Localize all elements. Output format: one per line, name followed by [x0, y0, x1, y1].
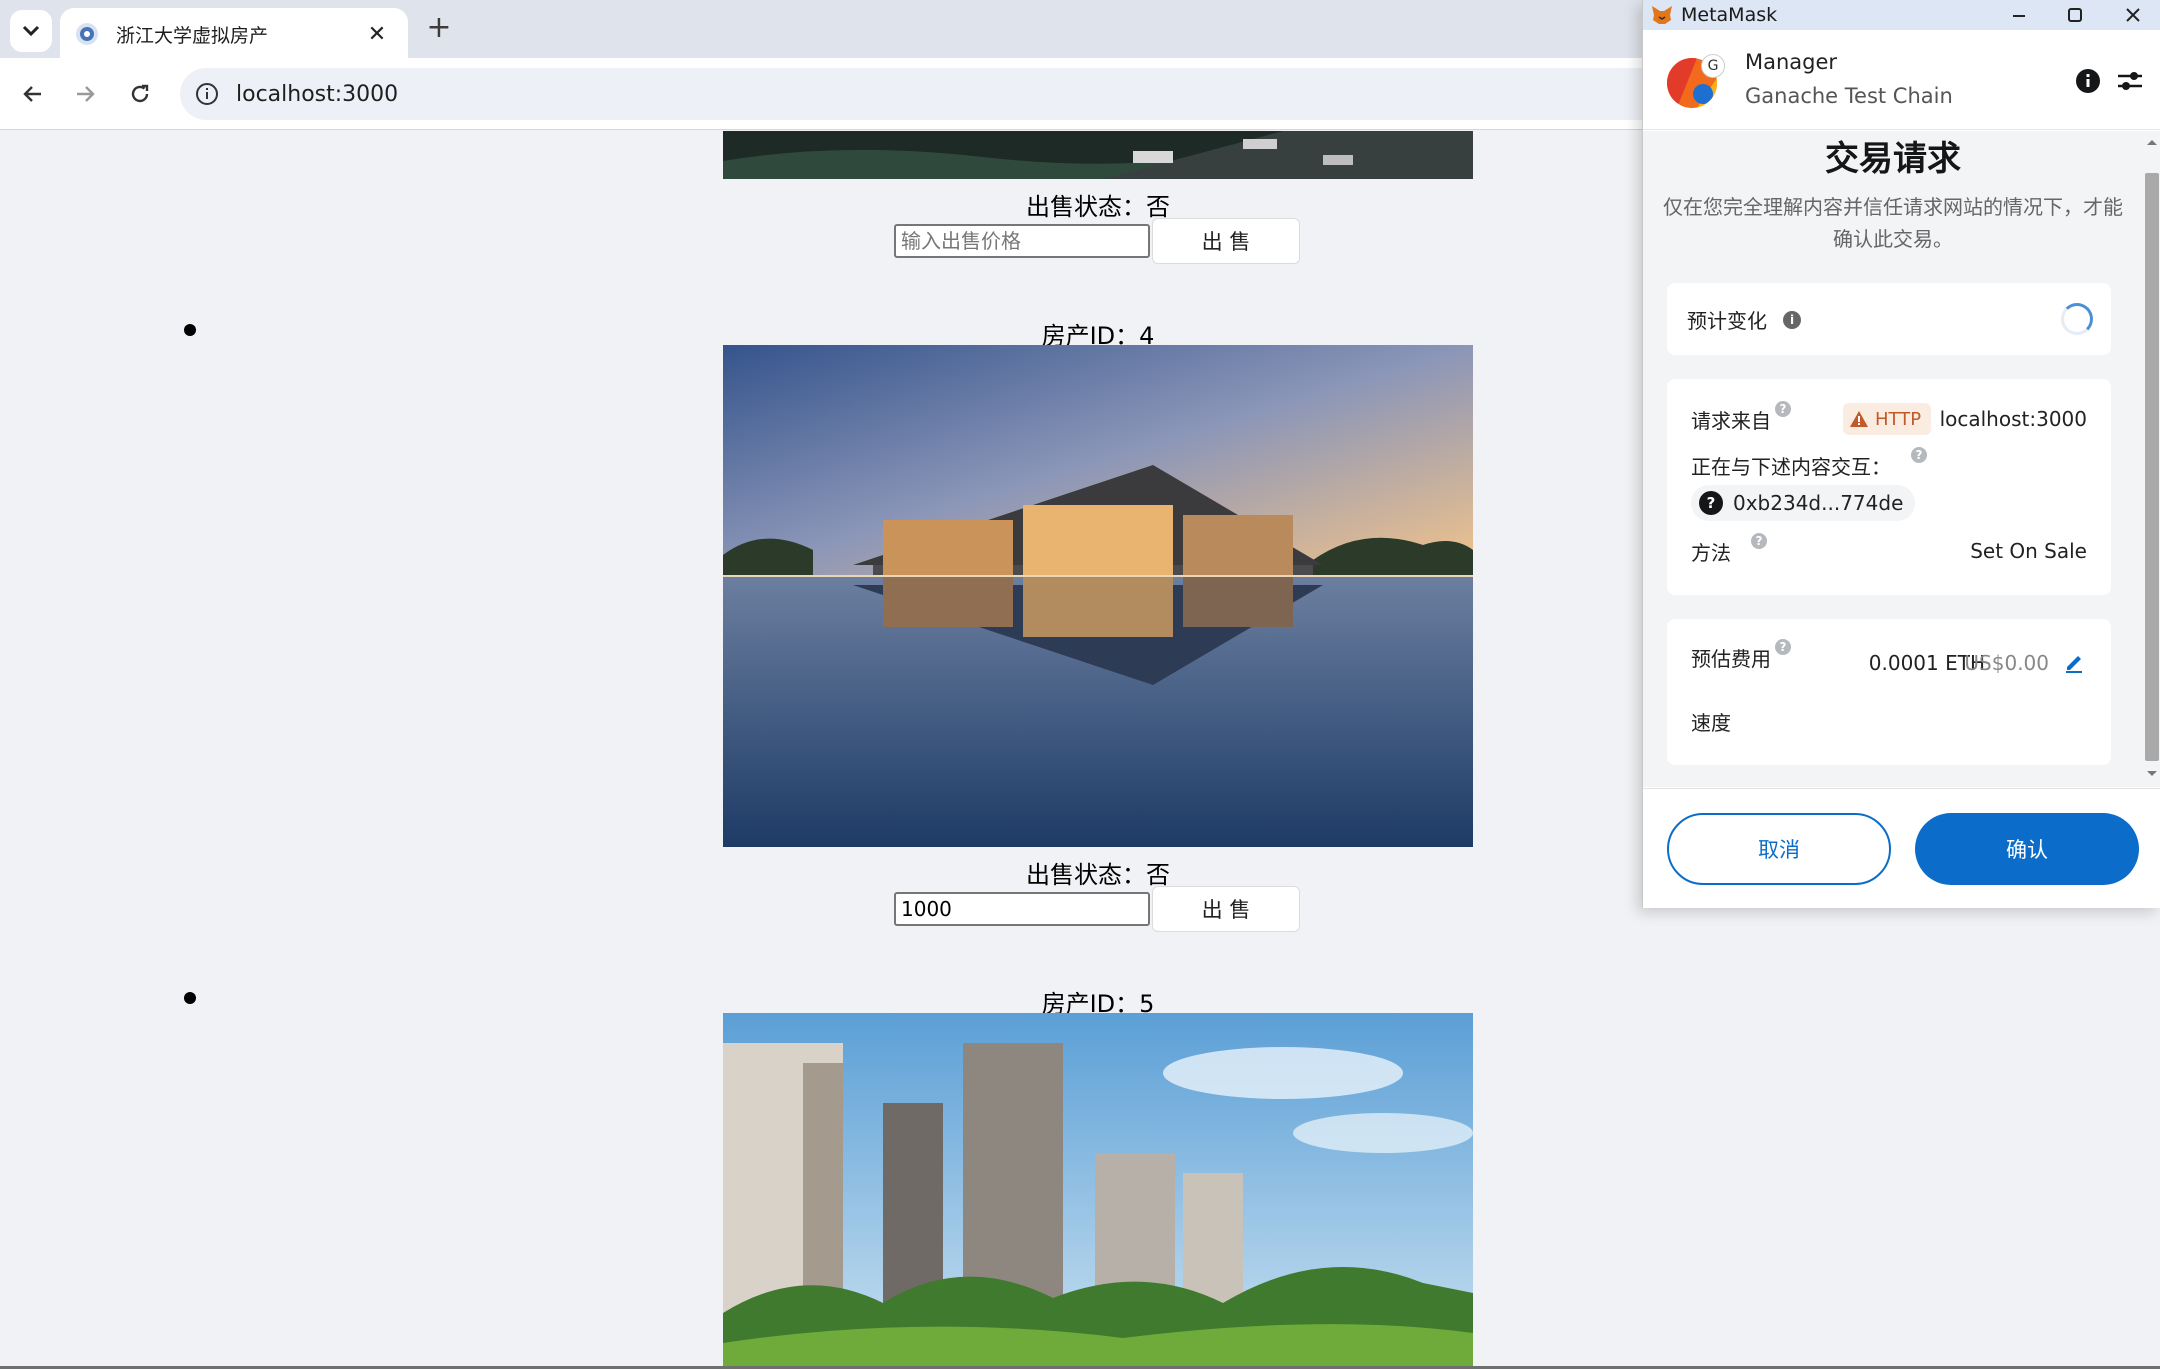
- reload-icon: [131, 84, 149, 103]
- edit-pencil-icon[interactable]: [2063, 651, 2085, 673]
- question-icon[interactable]: ?: [1775, 639, 1791, 655]
- scrollbar[interactable]: [2139, 131, 2159, 787]
- minimize-button[interactable]: [1991, 0, 2047, 30]
- maximize-icon: [2068, 8, 2082, 22]
- url-text: localhost:3000: [236, 81, 399, 107]
- estimated-fee-label: 预估费用: [1691, 647, 1771, 671]
- request-from-label: 请求来自: [1691, 409, 1771, 433]
- metamask-fox-icon: [1652, 6, 1672, 24]
- network-badge: G: [1701, 54, 1725, 78]
- forward-button[interactable]: [66, 75, 104, 113]
- contract-address: 0xb234d...774de: [1733, 491, 1904, 515]
- page-title: 交易请求: [1825, 139, 1961, 179]
- new-tab-button[interactable]: +: [422, 12, 456, 46]
- chevron-down-icon: [22, 25, 40, 37]
- estimated-changes-label: 预计变化: [1687, 309, 1767, 333]
- close-tab-icon[interactable]: ✕: [362, 22, 392, 47]
- property-image: [723, 345, 1473, 847]
- info-icon[interactable]: i: [1783, 311, 1801, 329]
- property-image: [723, 1013, 1473, 1367]
- confirm-button[interactable]: 确认: [1915, 813, 2139, 885]
- warning-subtitle: 仅在您完全理解内容并信任请求网站的情况下，才能确认此交易。: [1663, 195, 2123, 251]
- fee-usd: US$0.00: [1964, 651, 2049, 675]
- request-details-card: 请求来自 ? HTTP localhost:3000 正在与下述内容交互： ? …: [1667, 379, 2111, 595]
- arrow-right-icon: [77, 86, 95, 102]
- estimated-changes-card: 预计变化 i: [1667, 283, 2111, 355]
- request-origin: localhost:3000: [1939, 407, 2087, 431]
- speed-label: 速度: [1691, 711, 1731, 735]
- price-input[interactable]: [894, 892, 1150, 926]
- method-label: 方法: [1691, 541, 1731, 565]
- scroll-thumb[interactable]: [2145, 173, 2159, 761]
- info-icon[interactable]: [194, 81, 220, 107]
- window-title: MetaMask: [1681, 4, 1778, 26]
- sell-button[interactable]: 出 售: [1152, 218, 1300, 264]
- close-window-button[interactable]: [2105, 0, 2160, 30]
- warning-icon: [1850, 411, 1868, 427]
- tab-search-button[interactable]: [10, 10, 52, 52]
- site-favicon-icon: [76, 23, 98, 45]
- metamask-titlebar: MetaMask: [1643, 0, 2160, 30]
- fee-card: 预估费用 ? 0.0001 ETH US$0.00 速度: [1667, 619, 2111, 765]
- interacting-with-label: 正在与下述内容交互：: [1691, 455, 1891, 479]
- question-icon[interactable]: ?: [1775, 401, 1791, 417]
- back-button[interactable]: [14, 75, 52, 113]
- question-icon[interactable]: ?: [1911, 447, 1927, 463]
- contract-address-pill[interactable]: ? 0xb234d...774de: [1691, 485, 1916, 521]
- action-footer: 取消 确认: [1643, 788, 2160, 908]
- http-warning-badge[interactable]: HTTP: [1843, 403, 1931, 435]
- loading-spinner-icon: [2061, 303, 2093, 335]
- sell-button[interactable]: 出 售: [1152, 886, 1300, 932]
- arrow-left-icon: [23, 86, 41, 102]
- protocol-label: HTTP: [1875, 408, 1922, 430]
- maximize-button[interactable]: [2047, 0, 2103, 30]
- reload-button[interactable]: [121, 75, 159, 113]
- method-value: Set On Sale: [1970, 539, 2087, 563]
- unknown-contract-icon: ?: [1699, 491, 1723, 515]
- cancel-button[interactable]: 取消: [1667, 813, 1891, 885]
- account-header: G Manager Ganache Test Chain: [1643, 30, 2160, 130]
- minimize-icon: [2013, 15, 2025, 17]
- property-image: [723, 131, 1473, 179]
- metamask-popup: MetaMask G Manager Ganache Test Chain 交易…: [1642, 0, 2160, 908]
- account-name: Manager: [1745, 50, 1838, 74]
- network-name: Ganache Test Chain: [1745, 84, 1953, 108]
- info-icon[interactable]: [2073, 66, 2103, 96]
- browser-tab[interactable]: 浙江大学虚拟房产 ✕: [60, 8, 408, 60]
- question-icon[interactable]: ?: [1751, 533, 1767, 549]
- tab-title: 浙江大学虚拟房产: [116, 24, 269, 47]
- price-input[interactable]: [894, 224, 1150, 258]
- settings-sliders-icon[interactable]: [2115, 66, 2145, 96]
- transaction-body: 交易请求 仅在您完全理解内容并信任请求网站的情况下，才能确认此交易。 预计变化 …: [1643, 131, 2160, 787]
- sale-form: 出 售: [894, 886, 1300, 932]
- sale-form: 出 售: [894, 218, 1300, 264]
- close-icon: [2126, 8, 2140, 22]
- address-bar[interactable]: localhost:3000: [180, 68, 1680, 120]
